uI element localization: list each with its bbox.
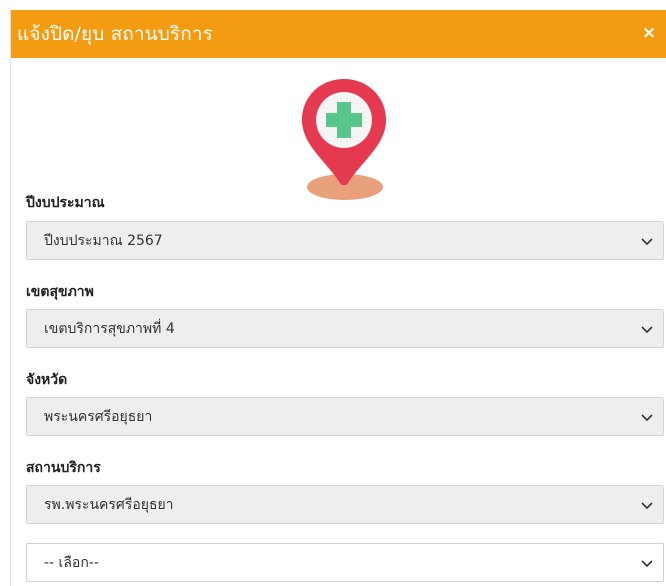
modal-header: แจ้งปิด/ยุบ สถานบริการ ×: [11, 10, 666, 58]
fiscal-year-label: ปีงบประมาณ: [26, 195, 105, 211]
hospital-location-pin-icon: [302, 79, 386, 200]
modal-title: แจ้งปิด/ยุบ สถานบริการ: [17, 23, 213, 45]
province-value: พระนครศรีอยุธยา: [44, 409, 153, 425]
service-unit-select[interactable]: รพ.พระนครศรีอยุธยา: [26, 485, 664, 524]
chevron-down-icon: [641, 560, 653, 568]
fiscal-year-value: ปีงบประมาณ 2567: [44, 233, 163, 249]
chevron-down-icon: [641, 326, 653, 334]
health-region-label: เขตสุขภาพ: [26, 284, 94, 300]
option-select-value: -- เลือก--: [44, 555, 99, 571]
chevron-down-icon: [641, 414, 653, 422]
province-label: จังหวัด: [26, 372, 68, 388]
province-select[interactable]: พระนครศรีอยุธยา: [26, 397, 664, 436]
service-unit-label: สถานบริการ: [26, 460, 101, 476]
health-region-select[interactable]: เขตบริการสุขภาพที่ 4: [26, 309, 664, 348]
chevron-down-icon: [641, 502, 653, 510]
chevron-down-icon: [641, 238, 653, 246]
option-select[interactable]: -- เลือก--: [26, 543, 664, 582]
service-unit-value: รพ.พระนครศรีอยุธยา: [44, 497, 174, 513]
health-region-value: เขตบริการสุขภาพที่ 4: [44, 321, 175, 337]
close-button[interactable]: ×: [641, 23, 657, 43]
fiscal-year-select[interactable]: ปีงบประมาณ 2567: [26, 221, 664, 260]
close-service-modal: แจ้งปิด/ยุบ สถานบริการ × ปีงบประมาณ ปีงบ…: [10, 10, 666, 586]
